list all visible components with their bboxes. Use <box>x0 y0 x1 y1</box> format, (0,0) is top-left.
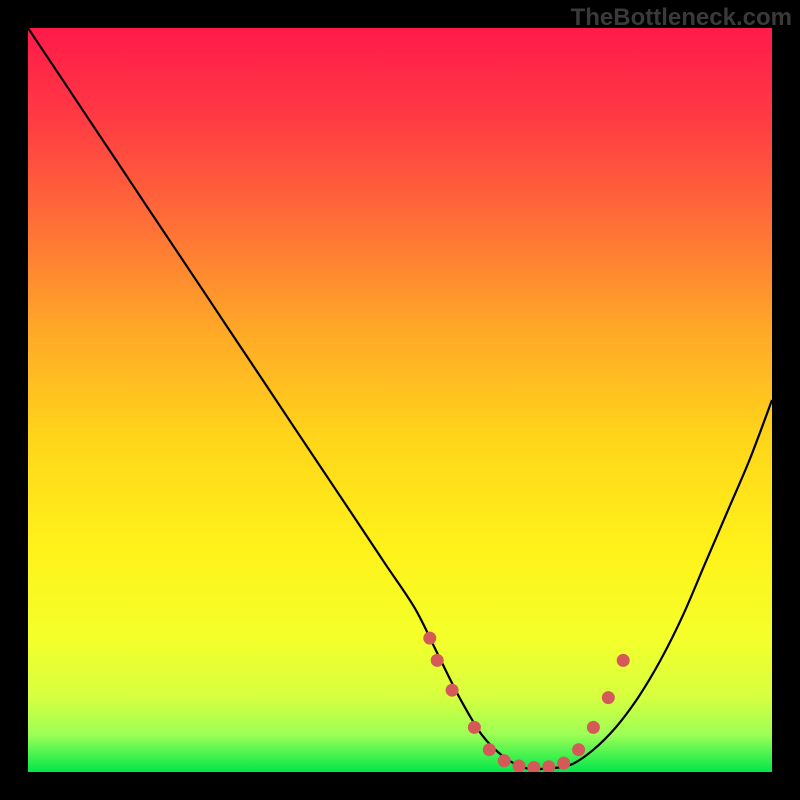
chart-svg <box>28 28 772 772</box>
plot-area <box>28 28 772 772</box>
curve-marker <box>587 721 600 734</box>
curve-marker <box>617 654 630 667</box>
curve-marker <box>431 654 444 667</box>
curve-marker <box>513 760 526 773</box>
curve-marker <box>468 721 481 734</box>
curve-marker <box>557 757 570 770</box>
curve-marker <box>483 743 496 756</box>
curve-marker <box>446 684 459 697</box>
curve-marker <box>498 754 511 767</box>
chart-container: TheBottleneck.com <box>0 0 800 800</box>
curve-marker <box>572 743 585 756</box>
curve-marker <box>602 691 615 704</box>
curve-marker <box>423 632 436 645</box>
